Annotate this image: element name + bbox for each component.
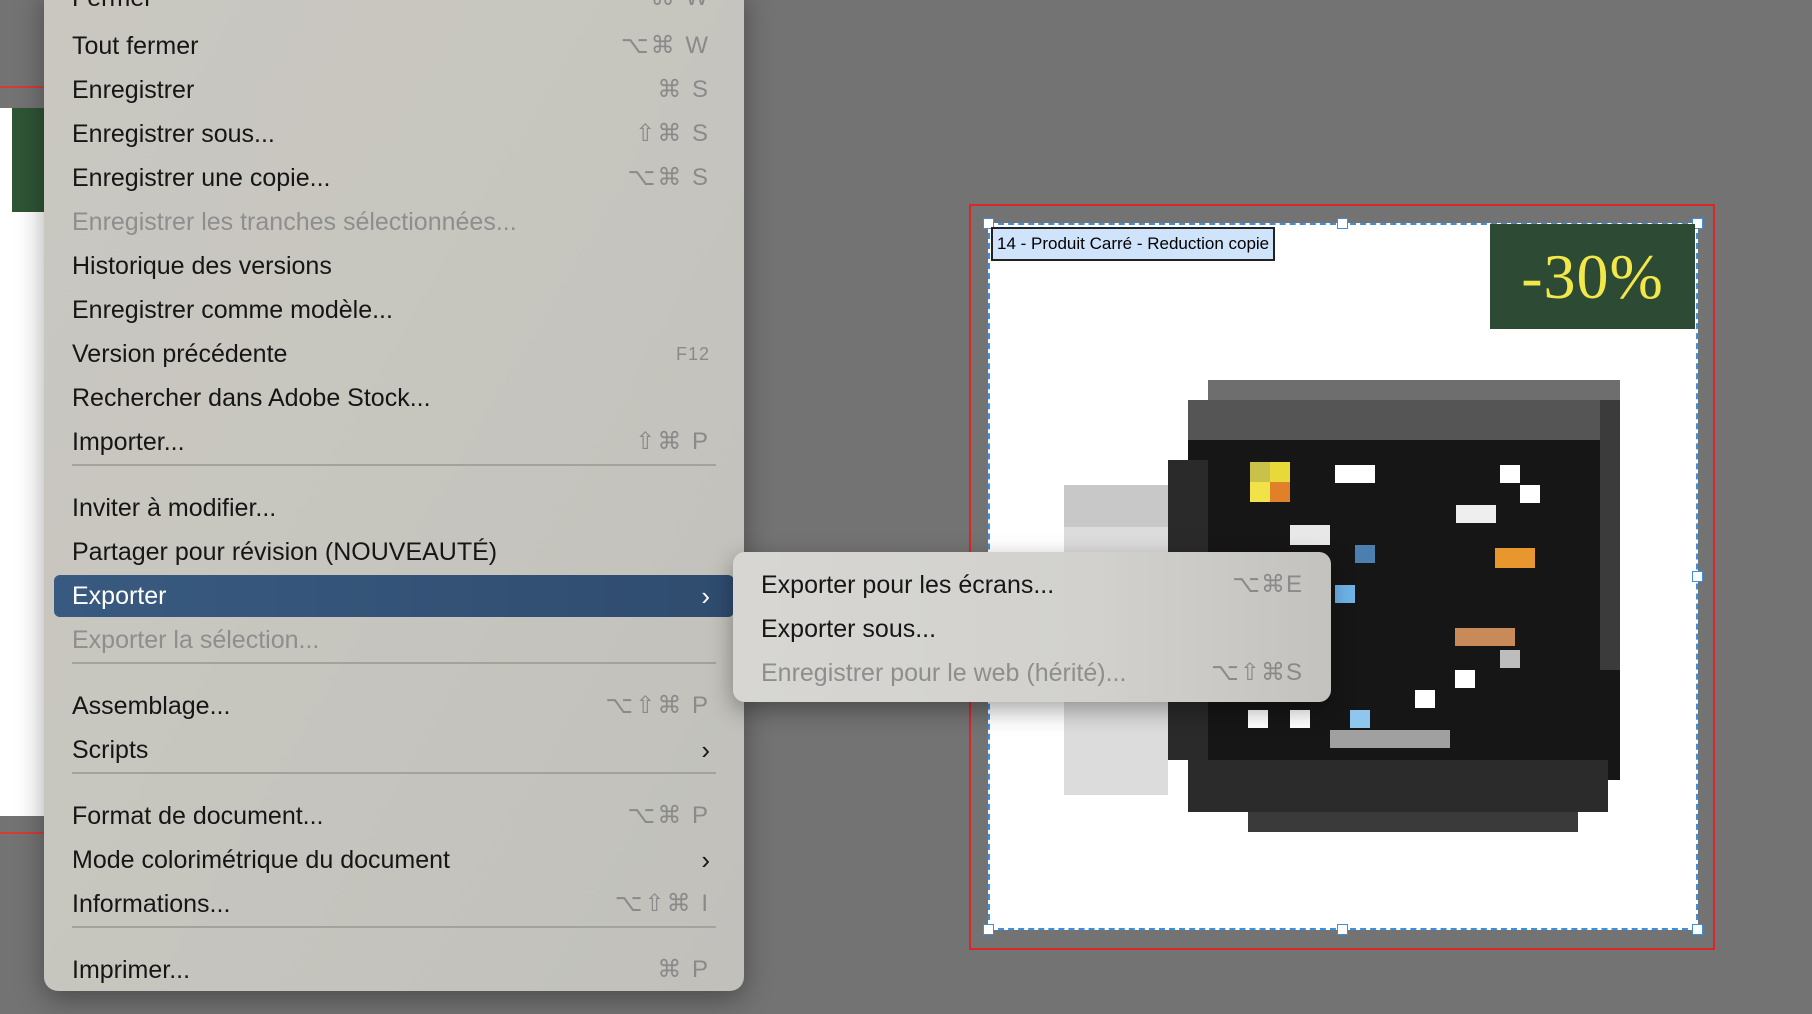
submenu-item-exporter-sous[interactable]: Exporter sous... — [733, 608, 1331, 650]
menu-item-inviter-modifier[interactable]: Inviter à modifier... — [54, 487, 734, 529]
chevron-right-icon: › — [701, 845, 710, 875]
resize-handle-bottom-left[interactable] — [983, 924, 994, 935]
menu-item-exporter[interactable]: Exporter › — [54, 575, 734, 617]
menu-item-enregistrer-copie[interactable]: Enregistrer une copie... ⌥⌘ S — [54, 157, 734, 199]
file-menu: Fermer ⌘ W Tout fermer ⌥⌘ W Enregistrer … — [44, 0, 744, 991]
menu-item-assemblage[interactable]: Assemblage... ⌥⇧⌘ P — [54, 685, 734, 727]
left-bleed-line-bottom — [0, 832, 50, 834]
menu-item-format-document[interactable]: Format de document... ⌥⌘ P — [54, 795, 734, 837]
menu-item-enregistrer-modele[interactable]: Enregistrer comme modèle... — [54, 289, 734, 331]
menu-item-mode-colorimetrique[interactable]: Mode colorimétrique du document › — [54, 839, 734, 881]
menu-separator — [72, 464, 716, 466]
menu-item-exporter-selection: Exporter la sélection... — [72, 626, 320, 654]
menu-item-scripts[interactable]: Scripts › — [54, 729, 734, 771]
menu-item-enregistrer-tranches: Enregistrer les tranches sélectionnées..… — [72, 208, 517, 236]
menu-item-tout-fermer[interactable]: Tout fermer ⌥⌘ W — [54, 25, 734, 67]
menu-item-enregistrer-sous[interactable]: Enregistrer sous... ⇧⌘ S — [54, 113, 734, 155]
chevron-right-icon: › — [701, 581, 710, 611]
menu-item-imprimer[interactable]: Imprimer... ⌘ P — [54, 949, 734, 991]
menu-item-importer[interactable]: Importer... ⇧⌘ P — [54, 421, 734, 463]
menu-item-adobe-stock[interactable]: Rechercher dans Adobe Stock... — [54, 377, 734, 419]
resize-handle-bottom[interactable] — [1337, 924, 1348, 935]
resize-handle-right[interactable] — [1692, 571, 1703, 582]
submenu-item-exporter-ecrans[interactable]: Exporter pour les écrans... ⌥⌘E — [733, 564, 1331, 606]
resize-handle-bottom-right[interactable] — [1692, 924, 1703, 935]
chevron-right-icon: › — [701, 735, 710, 765]
left-artboard — [0, 108, 50, 816]
menu-separator — [72, 772, 716, 774]
submenu-item-enregistrer-web: Enregistrer pour le web (hérité)... ⌥⇧⌘S — [761, 659, 1303, 687]
artboard-name-label[interactable]: 14 - Produit Carré - Reduction copie — [991, 227, 1276, 261]
menu-item-partager-revision[interactable]: Partager pour révision (NOUVEAUTÉ) — [54, 531, 734, 573]
resize-handle-top[interactable] — [1337, 218, 1348, 229]
left-bleed-line-top — [0, 86, 50, 88]
menu-item-fermer[interactable]: Fermer ⌘ W — [54, 0, 734, 19]
menu-separator — [72, 662, 716, 664]
menu-item-historique-versions[interactable]: Historique des versions — [54, 245, 734, 287]
menu-separator — [72, 926, 716, 928]
export-submenu: Exporter pour les écrans... ⌥⌘E Exporter… — [733, 552, 1331, 702]
menu-item-enregistrer[interactable]: Enregistrer ⌘ S — [54, 69, 734, 111]
menu-item-version-precedente[interactable]: Version précédente F12 — [54, 333, 734, 375]
discount-badge[interactable]: -30% — [1490, 224, 1695, 329]
menu-item-informations[interactable]: Informations... ⌥⇧⌘ I — [54, 883, 734, 925]
